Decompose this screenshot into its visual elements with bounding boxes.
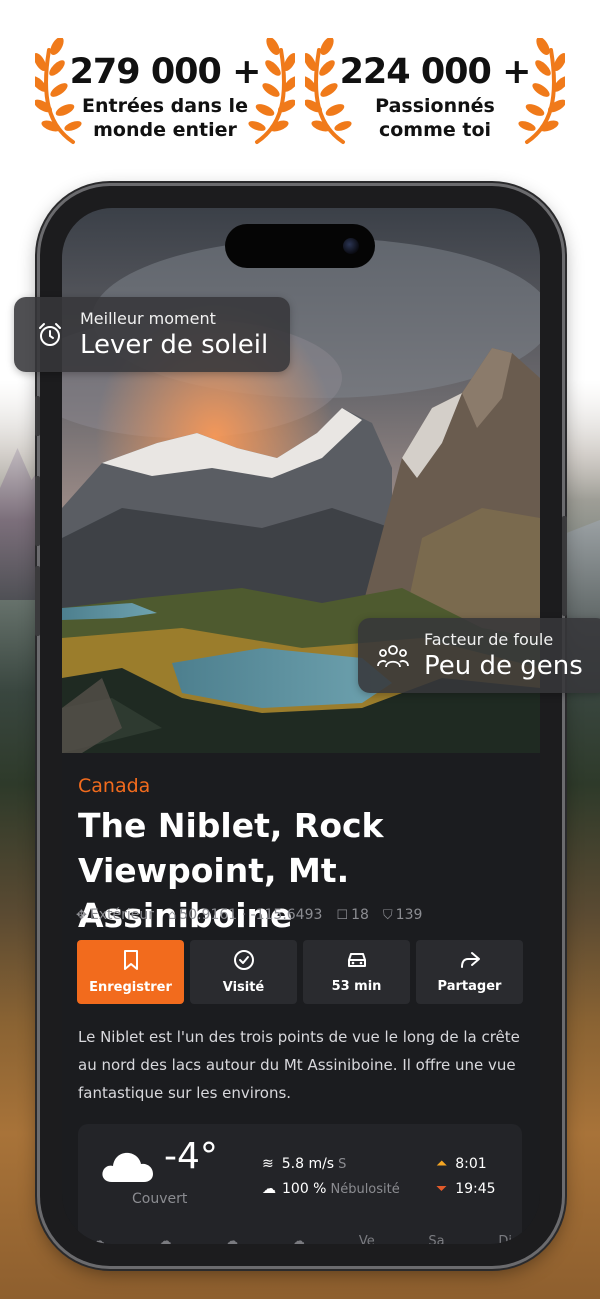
wind-direction: S <box>338 1157 347 1172</box>
meta-comments[interactable]: ☐ 18 <box>336 907 368 923</box>
best-time-value: Lever de soleil <box>80 330 269 360</box>
forecast-cloud-icon: ☁ <box>225 1234 239 1244</box>
cloud-cover-row: ☁ 100 % Nébulosité <box>262 1181 400 1197</box>
award-count: 279 000 + <box>69 52 262 92</box>
award-enthusiasts: 224 000 + Passionnés comme toi <box>305 38 565 150</box>
forecast-cloud-icon: ☁ <box>292 1234 306 1244</box>
save-button-label: Enregistrer <box>89 980 172 995</box>
comments-icon: ☐ <box>336 908 349 923</box>
save-button[interactable]: Enregistrer <box>77 940 184 1004</box>
sunrise-icon: ⏶ <box>436 1156 448 1172</box>
share-button[interactable]: Partager <box>416 940 523 1004</box>
country-label[interactable]: Canada <box>78 775 150 797</box>
alarm-clock-icon <box>39 322 61 346</box>
people-icon <box>377 644 409 667</box>
camera-icon <box>343 238 359 254</box>
visited-button-label: Visité <box>222 980 265 995</box>
phone-power-button <box>562 516 567 616</box>
drive-time-label: 53 min <box>331 979 382 994</box>
meta-type: ✥ Extérieur <box>76 907 154 923</box>
meta-coordinates-label: 50.9161 · -115.6493 <box>179 907 323 923</box>
award-entries: 279 000 + Entrées dans le monde entier <box>35 38 295 150</box>
laurel-left-icon <box>35 38 82 144</box>
wind-row: ≋ 5.8 m/s S <box>262 1156 346 1172</box>
sunset-time: 19:45 <box>455 1181 496 1197</box>
car-icon <box>347 953 366 967</box>
wind-icon: ≋ <box>262 1156 274 1172</box>
cloud-cover: 100 % <box>282 1181 327 1197</box>
phone-volume-down <box>35 566 40 636</box>
meta-coordinates[interactable]: ⌂ 50.9161 · -115.6493 <box>168 907 322 923</box>
map-icon: ⌂ <box>168 908 177 923</box>
share-arrow-icon <box>460 952 480 968</box>
forecast-day: Sa <box>428 1234 445 1244</box>
bookmark-icon: ⛉ <box>382 908 393 923</box>
check-circle-icon <box>233 950 254 970</box>
sunrise-time: 8:01 <box>455 1156 487 1172</box>
forecast-row: ☁ ☁ ☁ ☁ Ve Sa Di <box>92 1234 512 1244</box>
location-description: Le Niblet est l'un des trois points de v… <box>78 1028 520 1102</box>
action-bar: Enregistrer Visité 53 min Partager <box>77 940 523 1004</box>
weather-condition: Couvert <box>132 1191 188 1207</box>
meta-saves: ⛉ 139 <box>383 907 423 923</box>
drive-time-button[interactable]: 53 min <box>303 940 410 1004</box>
location-card: Canada The Niblet, Rock Viewpoint, Mt. A… <box>62 753 540 1244</box>
crowd-factor-value: Peu de gens <box>424 651 583 681</box>
sunset-row: ⏷ 19:45 <box>436 1181 496 1197</box>
phone-volume-up <box>35 476 40 546</box>
meta-type-label: Extérieur <box>89 907 155 923</box>
sunrise-row: ⏶ 8:01 <box>436 1156 487 1172</box>
cloud-cover-label: Nébulosité <box>330 1182 400 1197</box>
laurel-right-icon <box>518 38 565 144</box>
meta-saves-count: 139 <box>395 907 423 923</box>
temperature: -4° <box>164 1136 218 1177</box>
forecast-day: Di <box>498 1234 512 1244</box>
weather-card[interactable]: -4° Couvert ≋ 5.8 m/s S ☁ 100 % Nébulosité ⏶… <box>78 1124 522 1244</box>
visited-button[interactable]: Visité <box>190 940 297 1004</box>
best-time-badge: Meilleur moment Lever de soleil <box>14 297 290 372</box>
cloud-icon <box>102 1152 153 1182</box>
bookmark-icon <box>123 950 138 970</box>
phone-side-button <box>35 396 40 436</box>
crowd-factor-badge: Facteur de foule Peu de gens <box>358 618 600 693</box>
laurel-left-icon <box>305 38 352 144</box>
crowd-factor-label: Facteur de foule <box>424 630 554 649</box>
sunset-icon: ⏷ <box>436 1181 448 1197</box>
laurel-right-icon <box>248 38 295 144</box>
meta-comments-count: 18 <box>351 907 369 923</box>
best-time-label: Meilleur moment <box>80 309 216 328</box>
dynamic-island <box>225 224 375 268</box>
award-label: Entrées dans le monde entier <box>82 95 248 141</box>
forecast-day: Ve <box>358 1234 375 1244</box>
share-button-label: Partager <box>437 979 502 994</box>
location-meta: ✥ Extérieur ⌂ 50.9161 · -115.6493 ☐ 18 ⛉ 139 <box>76 907 422 923</box>
forecast-cloud-icon: ☁ <box>92 1234 105 1244</box>
hiker-icon: ✥ <box>76 908 87 923</box>
award-label: Passionnés comme toi <box>375 95 495 141</box>
wind-speed: 5.8 m/s <box>281 1156 335 1172</box>
award-count: 224 000 + <box>339 52 532 92</box>
cloud-sun-icon: ☁ <box>262 1181 276 1197</box>
forecast-cloud-icon: ☁ <box>158 1234 172 1244</box>
